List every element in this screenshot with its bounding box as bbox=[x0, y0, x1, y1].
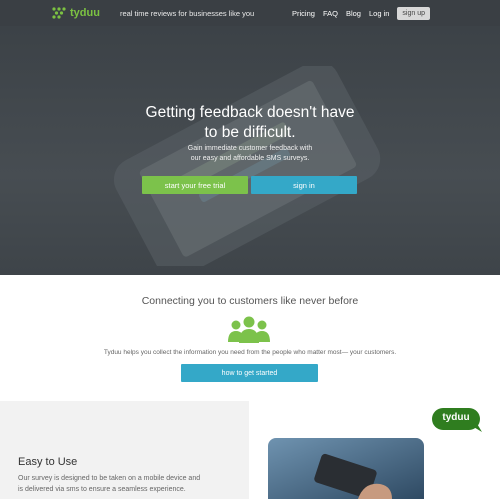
nav-links: Pricing FAQ Blog Log in sign up bbox=[284, 6, 430, 20]
sign-in-button[interactable]: sign in bbox=[251, 176, 357, 194]
hero-sub-line2: our easy and affordable SMS surveys. bbox=[190, 155, 310, 162]
connect-heading: Connecting you to customers like never b… bbox=[141, 295, 359, 307]
signup-button[interactable]: sign up bbox=[397, 6, 430, 20]
hero-title: Getting feedback doesn't have to be diff… bbox=[0, 103, 500, 143]
hand-phone-photo bbox=[268, 438, 424, 499]
hero-subtitle: Gain immediate customer feedback with ou… bbox=[0, 144, 500, 164]
easy-to-use-heading: Easy to Use bbox=[18, 456, 78, 468]
people-group-icon bbox=[228, 316, 270, 343]
nav-link-pricing[interactable]: Pricing bbox=[292, 9, 315, 18]
nav-link-login[interactable]: Log in bbox=[369, 9, 389, 18]
chat-bubble-text: tyduu bbox=[442, 412, 470, 423]
logo-text: tyduu bbox=[70, 7, 100, 19]
tyduu-logo-icon bbox=[52, 7, 66, 19]
hero-title-line2: to be difficult. bbox=[204, 124, 296, 141]
easy-to-use-text: Our survey is designed to be taken on a … bbox=[18, 473, 238, 495]
nav-tagline: real time reviews for businesses like yo… bbox=[119, 8, 255, 18]
hero-phone-image bbox=[113, 66, 381, 266]
hero-sub-line1: Gain immediate customer feedback with bbox=[187, 145, 313, 152]
start-free-trial-button[interactable]: start your free trial bbox=[142, 176, 248, 194]
top-nav: tyduu real time reviews for businesses l… bbox=[0, 0, 500, 26]
nav-link-blog[interactable]: Blog bbox=[346, 9, 361, 18]
easy-text-line1: Our survey is designed to be taken on a … bbox=[18, 475, 201, 482]
logo[interactable]: tyduu bbox=[52, 7, 100, 19]
nav-link-faq[interactable]: FAQ bbox=[323, 9, 338, 18]
hero-section: Getting feedback doesn't have to be diff… bbox=[0, 26, 500, 275]
how-to-get-started-button[interactable]: how to get started bbox=[181, 364, 318, 382]
connect-description: Tyduu helps you collect the information … bbox=[103, 349, 397, 356]
hero-title-line1: Getting feedback doesn't have bbox=[145, 104, 355, 121]
easy-text-line2: is delivered via sms to ensure a seamles… bbox=[18, 486, 186, 493]
